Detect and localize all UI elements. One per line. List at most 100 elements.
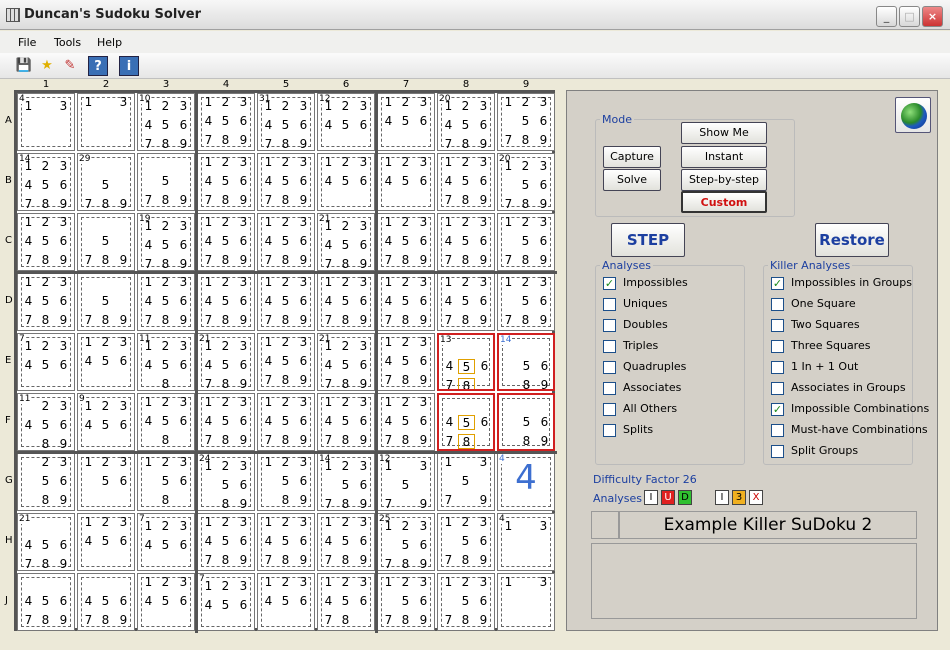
grid-cell[interactable]: 1 357 9: [437, 453, 495, 511]
grid-cell[interactable]: 123 456 789: [377, 273, 435, 331]
grid-cell[interactable]: 123 456 789: [137, 273, 195, 331]
grid-cell[interactable]: 21 1 2 3 4 5 6 7 8 9: [317, 213, 375, 271]
grid-cell[interactable]: 9123456: [77, 393, 135, 451]
minimize-button[interactable]: _: [876, 6, 897, 27]
grid-cell[interactable]: 21 4 5 6 7 8 9: [17, 513, 75, 571]
grid-cell[interactable]: 123 456: [137, 573, 195, 631]
grid-cell[interactable]: 123 456: [77, 513, 135, 571]
sudoku-grid[interactable]: 4 1 3 1 3 10 1 2 3 4 5 6 7 8 9 1 2 3 4 5 6 7 8 9 31 1 2 3 4 5 6 7 8 9 12 1 2…: [14, 90, 557, 633]
grid-cell[interactable]: 21 1 2 3 4 5 6 7 8 9: [317, 333, 375, 391]
grid-cell[interactable]: 123 456 789: [197, 513, 255, 571]
checkbox-option[interactable]: ✓ Impossible Combinations: [771, 402, 929, 418]
star-icon[interactable]: ★: [37, 56, 57, 76]
grid-cell[interactable]: 123 456 789: [437, 273, 495, 331]
grid-cell[interactable]: 12356: [77, 453, 135, 511]
grid-cell[interactable]: 123 456: [77, 333, 135, 391]
grid-cell[interactable]: 31 1 2 3 4 5 6 7 8 9: [257, 93, 315, 151]
info-icon[interactable]: i: [119, 56, 139, 76]
grid-cell[interactable]: 7123456: [197, 573, 255, 631]
step-button[interactable]: STEP: [611, 223, 685, 257]
checkbox-box[interactable]: [603, 339, 616, 353]
checkbox-option[interactable]: Doubles: [603, 318, 668, 334]
grid-cell[interactable]: 13: [77, 93, 135, 151]
grid-cell[interactable]: 123 456 789: [377, 333, 435, 391]
checkbox-option[interactable]: Associates in Groups: [771, 381, 906, 397]
checkbox-option[interactable]: Two Squares: [771, 318, 860, 334]
grid-cell[interactable]: 11 2 3 4 5 6 8 9: [17, 393, 75, 451]
grid-cell[interactable]: 123 456 789: [257, 513, 315, 571]
save-icon[interactable]: 💾: [14, 56, 34, 76]
grid-cell[interactable]: 123 456 789: [17, 273, 75, 331]
grid-cell[interactable]: 44: [497, 453, 555, 511]
grid-cell[interactable]: 123 456 789: [197, 393, 255, 451]
grid-cell[interactable]: 123 456 789: [197, 153, 255, 211]
grid-cell[interactable]: 123 456: [257, 573, 315, 631]
grid-cell[interactable]: 12356 789: [497, 93, 555, 151]
grid-cell[interactable]: 123 456: [377, 153, 435, 211]
checkbox-box[interactable]: [771, 339, 784, 353]
grid-cell[interactable]: 5789: [77, 273, 135, 331]
grid-cell[interactable]: 123568: [137, 453, 195, 511]
grid-cell[interactable]: 123 456 789: [437, 153, 495, 211]
checkbox-box[interactable]: ✓: [771, 276, 784, 290]
grid-cell[interactable]: 7123456: [137, 513, 195, 571]
grid-cell[interactable]: 456 789: [77, 573, 135, 631]
grid-cell[interactable]: 25 1 2 3 5 6 7 8 9: [377, 513, 435, 571]
grid-cell[interactable]: 20 1 2 3 4 5 6 7 8 9: [437, 93, 495, 151]
grid-cell[interactable]: 19 1 2 3 4 5 6 7 8 9: [137, 213, 195, 271]
menu-tools[interactable]: Tools: [54, 36, 81, 49]
grid-cell[interactable]: 20 1 2 3 5 6 7 8 9: [497, 153, 555, 211]
checkbox-box[interactable]: [603, 381, 616, 395]
grid-cell[interactable]: 456 78: [437, 393, 495, 451]
grid-cell[interactable]: 456 789: [17, 573, 75, 631]
globe-icon[interactable]: [895, 97, 931, 133]
close-button[interactable]: ×: [922, 6, 943, 27]
checkbox-option[interactable]: Triples: [603, 339, 658, 355]
grid-cell[interactable]: 13 4 5 6 7 8: [437, 333, 495, 391]
checkbox-box[interactable]: [771, 423, 784, 437]
grid-cell[interactable]: 13: [497, 573, 555, 631]
grid-cell[interactable]: 123 456 789: [257, 213, 315, 271]
grid-cell[interactable]: 12356 789: [437, 513, 495, 571]
grid-cell[interactable]: 29 5 7 8 9: [77, 153, 135, 211]
grid-cell[interactable]: 11 1 2 3 4 5 6 8: [137, 333, 195, 391]
grid-cell[interactable]: 123 456 789: [197, 93, 255, 151]
checkbox-option[interactable]: Quadruples: [603, 360, 686, 376]
checkbox-box[interactable]: ✓: [771, 402, 784, 416]
checkbox-box[interactable]: [771, 444, 784, 458]
checkbox-option[interactable]: Uniques: [603, 297, 668, 313]
grid-cell[interactable]: 123 456 789: [257, 333, 315, 391]
grid-cell[interactable]: 14 5 6 8 9: [497, 333, 555, 391]
checkbox-box[interactable]: ✓: [603, 276, 616, 290]
checkbox-option[interactable]: Must-have Combinations: [771, 423, 928, 439]
grid-cell[interactable]: 5789: [137, 153, 195, 211]
solve-button[interactable]: Solve: [603, 169, 661, 191]
grid-cell[interactable]: 413: [497, 513, 555, 571]
grid-cell[interactable]: 123 4568: [137, 393, 195, 451]
grid-cell[interactable]: 12356 789: [377, 573, 435, 631]
grid-cell[interactable]: 7123456: [17, 333, 75, 391]
checkbox-box[interactable]: [603, 402, 616, 416]
checkbox-box[interactable]: [771, 360, 784, 374]
grid-cell[interactable]: 123 456 789: [257, 273, 315, 331]
maximize-button[interactable]: □: [899, 6, 920, 27]
checkbox-box[interactable]: [603, 360, 616, 374]
restore-button[interactable]: Restore: [815, 223, 889, 257]
checkbox-box[interactable]: [603, 297, 616, 311]
grid-cell[interactable]: 123 456 789: [197, 273, 255, 331]
grid-cell[interactable]: 12 1 2 3 4 5 6: [317, 93, 375, 151]
grid-cell[interactable]: 12 1 3 5 7 9: [377, 453, 435, 511]
menu-help[interactable]: Help: [97, 36, 122, 49]
grid-cell[interactable]: 10 1 2 3 4 5 6 7 8 9: [137, 93, 195, 151]
grid-cell[interactable]: 123 456 789: [377, 213, 435, 271]
instant-button[interactable]: Instant: [681, 146, 767, 168]
grid-cell[interactable]: 123 456 789: [317, 393, 375, 451]
grid-cell[interactable]: 12356 789: [497, 273, 555, 331]
checkbox-option[interactable]: ✓ Impossibles in Groups: [771, 276, 912, 292]
grid-cell[interactable]: 123 456 789: [317, 513, 375, 571]
checkbox-box[interactable]: [771, 381, 784, 395]
help-icon[interactable]: ?: [88, 56, 108, 76]
capture-button[interactable]: Capture: [603, 146, 661, 168]
grid-cell[interactable]: 123 456: [317, 153, 375, 211]
checkbox-option[interactable]: Associates: [603, 381, 681, 397]
